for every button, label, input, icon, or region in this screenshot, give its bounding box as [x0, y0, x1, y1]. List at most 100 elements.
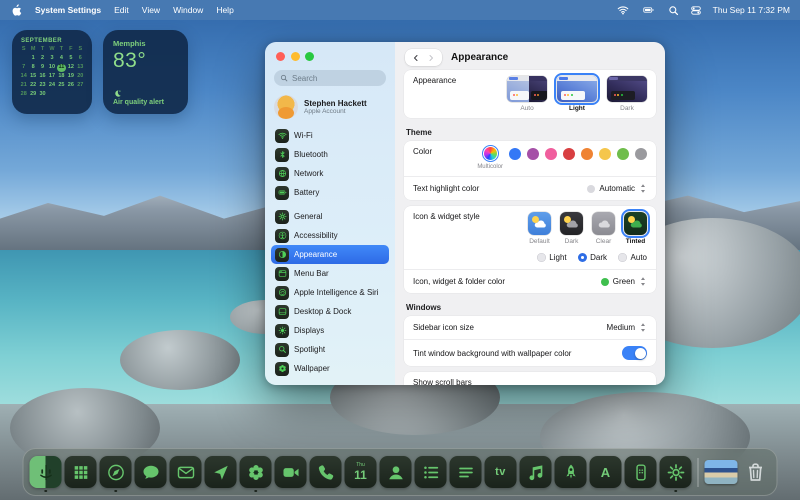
sidebar-item-wi-fi[interactable]: Wi-Fi	[271, 126, 389, 145]
sidebar-item-bluetooth[interactable]: Bluetooth	[271, 145, 389, 164]
minimize-button[interactable]	[290, 52, 300, 61]
search-input[interactable]: Search	[274, 70, 386, 86]
swatch-a550a7[interactable]	[527, 148, 539, 160]
swatch-6fbd4b[interactable]	[617, 148, 629, 160]
windows-section-header: Windows	[406, 303, 442, 312]
dock-divider	[697, 457, 699, 487]
sidebar-item-battery[interactable]: Battery	[271, 183, 389, 202]
spotlight-icon	[275, 342, 289, 357]
apple-menu-icon[interactable]	[11, 4, 22, 17]
dock-phone[interactable]	[309, 456, 342, 488]
dock-iphone-mirroring[interactable]	[624, 456, 657, 488]
swatch-9a9a9e[interactable]	[635, 148, 647, 160]
forward-button[interactable]	[427, 54, 435, 62]
swatch-f05e9d[interactable]	[545, 148, 557, 160]
swatch-d83f41[interactable]	[563, 148, 575, 160]
sidebar-item-desktop-dock[interactable]: Desktop & Dock	[271, 302, 389, 321]
sidebar-size-select[interactable]: Medium	[607, 322, 647, 333]
dock-photos[interactable]	[239, 456, 272, 492]
menubar-app-name[interactable]: System Settings	[35, 5, 101, 15]
dock-mail[interactable]	[169, 456, 202, 488]
control-center-icon[interactable]	[690, 5, 702, 16]
color-row-label: Color	[413, 147, 433, 156]
dock-rocket[interactable]	[554, 456, 587, 488]
calendar-day: 21	[20, 82, 27, 88]
zoom-button[interactable]	[305, 52, 314, 61]
mode-radio-auto[interactable]: Auto	[618, 253, 647, 262]
sidebar-item-displays[interactable]: Displays	[271, 321, 389, 340]
sidebar-item-notifications[interactable]: Notifications	[271, 383, 389, 385]
menu-help[interactable]: Help	[216, 5, 233, 15]
appearance-option-dark[interactable]: Dark	[607, 76, 647, 112]
dock-maps[interactable]	[204, 456, 237, 488]
sidebar-item-spotlight[interactable]: Spotlight	[271, 340, 389, 359]
menu-view[interactable]: View	[142, 5, 160, 15]
dock-safari[interactable]	[99, 456, 132, 492]
sidebar-item-label: Battery	[294, 188, 320, 197]
dock-system-settings[interactable]	[659, 456, 692, 492]
mode-radio-light[interactable]: Light	[536, 253, 567, 262]
sidebar-item-label: Bluetooth	[294, 150, 328, 159]
bt-icon	[275, 147, 289, 162]
sidebar-item-accessibility[interactable]: Accessibility	[271, 226, 389, 245]
swatch-3478f6[interactable]	[509, 148, 521, 160]
icon-style-option-default[interactable]: Default	[528, 212, 551, 245]
settings-scroll-area[interactable]: Appearance Auto Light Dark Theme Color Mul…	[395, 68, 665, 385]
dock-launchpad[interactable]	[64, 456, 97, 488]
battery-status-icon[interactable]	[640, 4, 657, 16]
tint-window-label: Tint window background with wallpaper co…	[413, 348, 572, 358]
calendar-day: 19	[67, 73, 74, 79]
sidebar-item-apple-intelligence-siri[interactable]: Apple Intelligence & Siri	[271, 283, 389, 302]
tint-window-toggle[interactable]	[622, 346, 647, 360]
sidebar-item-appearance[interactable]: Appearance	[271, 245, 389, 264]
icon-style-option-clear[interactable]: Clear	[592, 212, 615, 245]
dock-reminders[interactable]	[414, 456, 447, 488]
menu-edit[interactable]: Edit	[114, 5, 129, 15]
folder-color-select[interactable]: Green	[600, 276, 647, 287]
windows-card: Sidebar icon size Medium Tint window bac…	[404, 316, 656, 366]
theme-section-header: Theme	[406, 128, 432, 137]
search-status-icon[interactable]	[668, 5, 679, 16]
calendar-day: 27	[77, 82, 84, 88]
mode-radio-dark[interactable]: Dark	[577, 253, 607, 262]
video-icon	[281, 463, 300, 482]
icon-style-option-tinted[interactable]: Tinted	[621, 209, 650, 245]
sidebar-group: General Accessibility Appearance Menu Bar Ap…	[271, 207, 389, 378]
dock-contacts[interactable]	[379, 456, 412, 488]
dock-facetime[interactable]	[274, 456, 307, 488]
apple-account-item[interactable]: Stephen Hackett Apple Account	[274, 95, 386, 119]
appearance-option-auto[interactable]: Auto	[507, 76, 547, 112]
swatch-f5c64b[interactable]	[599, 148, 611, 160]
sidebar-item-general[interactable]: General	[271, 207, 389, 226]
weather-widget[interactable]: Memphis 83° Air quality alert	[103, 30, 188, 114]
minimized-window-thumbnail[interactable]	[704, 460, 738, 484]
calendar-widget[interactable]: SEPTEMBER S M T W T F S 1 2 3 4 5 6 7 8 9 10 11 12 13 14 15 16…	[12, 30, 92, 114]
dock-trash[interactable]	[741, 456, 771, 488]
dock-music[interactable]	[519, 456, 552, 488]
highlight-color-select[interactable]: Automatic	[587, 183, 647, 194]
sidebar-item-menu-bar[interactable]: Menu Bar	[271, 264, 389, 283]
dock-finder[interactable]	[29, 456, 62, 492]
avatar	[274, 95, 298, 119]
sidebar-item-network[interactable]: Network	[271, 164, 389, 183]
close-button[interactable]	[276, 52, 285, 61]
menu-window[interactable]: Window	[173, 5, 203, 15]
swatch-multicolor[interactable]: Multicolor	[477, 144, 503, 170]
highlight-row-label: Text highlight color	[413, 184, 480, 193]
appearance-option-light[interactable]: Light	[554, 73, 600, 112]
calendar-weekday: F	[69, 46, 73, 52]
profile-name: Stephen Hackett	[304, 98, 367, 108]
dock-messages[interactable]	[134, 456, 167, 488]
icon-mode-radios: Light Dark Auto	[404, 251, 656, 269]
sidebar-item-wallpaper[interactable]: Wallpaper	[271, 359, 389, 378]
menubar-clock[interactable]: Thu Sep 11 7:32 PM	[713, 5, 790, 15]
music-icon	[526, 463, 545, 482]
dock-notes[interactable]	[449, 456, 482, 488]
dock-calendar[interactable]: Thu 11	[344, 456, 377, 488]
dock-tv[interactable]: tv	[484, 456, 517, 488]
dock-app-store[interactable]: A	[589, 456, 622, 488]
swatch-ef8333[interactable]	[581, 148, 593, 160]
wifi-status-icon[interactable]	[617, 4, 629, 16]
icon-style-option-dark[interactable]: Dark	[560, 212, 583, 245]
back-button[interactable]	[412, 54, 420, 62]
